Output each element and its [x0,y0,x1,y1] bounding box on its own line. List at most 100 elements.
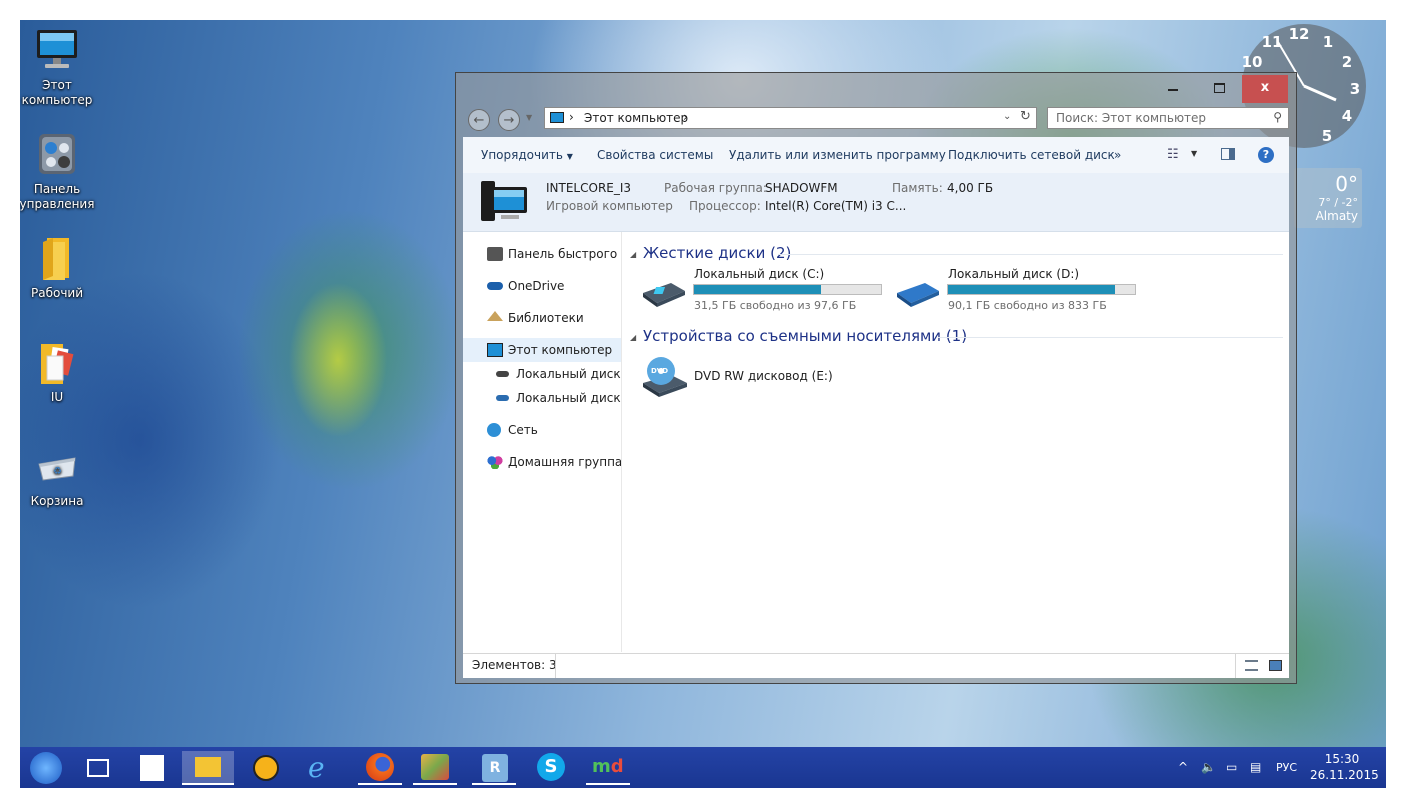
desktop-icon-label: Этот компьютер [21,78,93,107]
computer-icon [33,26,81,74]
nav-item-label: Сеть [508,423,538,437]
back-button[interactable]: ← [468,109,490,131]
refresh-icon[interactable]: ↻ [1020,109,1031,124]
navigation-pane: Панель быстрого доступа OneDrive Библиот… [463,232,622,652]
paint-app-button[interactable] [413,751,457,785]
workgroup-label: Рабочая группа: [664,181,767,195]
homegroup-icon [487,455,503,469]
cpu-value: Intel(R) Core(TM) i3 C... [765,199,907,213]
skype-icon: S [537,753,565,781]
preview-pane-button[interactable] [1221,148,1235,160]
aimp-icon [253,755,279,781]
uninstall-program-button[interactable]: Удалить или изменить программу [729,148,946,162]
breadcrumb-separator[interactable]: › [683,110,688,124]
folder-icon [195,757,221,777]
desktop-icon-control-panel[interactable]: Панель управления [20,130,97,212]
rdp-app-button[interactable]: R [472,751,516,785]
nav-item-local-disk-c[interactable]: Локальный диск (C:) [463,362,621,386]
libraries-icon [487,311,503,321]
network-tray-icon[interactable]: ▭ [1226,747,1237,788]
search-input[interactable]: Поиск: Этот компьютер ⚲ [1047,107,1289,129]
desktop: Этот компьютер Панель управления Рабочий… [20,20,1386,788]
desktop-icon-label: Панель управления [20,182,95,211]
close-icon: x [1260,80,1270,95]
close-button[interactable]: x [1242,75,1288,103]
firefox-button[interactable] [358,751,402,785]
nav-item-label: Домашняя группа [508,455,622,469]
collapse-arrow-icon[interactable]: ◢ [630,250,636,259]
weather-gadget[interactable]: 0° 7° / -2° Almaty [1294,168,1362,228]
navigation-bar: ← → ▼ › Этот компьютер › ⌄ ↻ Поиск: Этот… [464,105,1289,135]
explorer-window: x ← → ▼ › Этот компьютер › ⌄ ↻ Поиск: Эт… [455,72,1297,684]
address-dropdown-icon[interactable]: ⌄ [1003,111,1011,122]
group-header-hard-drives[interactable]: Жесткие диски (2) [643,244,791,262]
tray-clock[interactable]: 15:30 26.11.2015 [1310,751,1379,783]
chevron-down-icon: ▼ [566,152,573,161]
tray-time: 15:30 [1324,752,1360,766]
system-properties-button[interactable]: Свойства системы [597,148,713,162]
nav-item-libraries[interactable]: Библиотеки [463,306,621,330]
md-app-button[interactable]: md [586,751,630,785]
more-commands-button[interactable]: » [1114,148,1121,162]
hard-drive-icon [496,395,509,401]
desktop-icon-label: IU [50,390,64,404]
nav-item-quick-access[interactable]: Панель быстрого доступа [463,242,621,266]
desktop-icon-folder-work[interactable]: Рабочий [20,234,97,301]
nav-item-onedrive[interactable]: OneDrive [463,274,621,298]
start-button[interactable] [25,751,69,785]
group-divider [778,254,1283,255]
volume-icon[interactable]: 🔈 [1201,747,1216,788]
task-view-icon [87,759,109,777]
map-network-drive-button[interactable]: Подключить сетевой диск [948,148,1115,162]
address-bar[interactable]: › Этот компьютер › ⌄ ↻ [544,107,1037,129]
folder-with-pictures-icon [33,338,81,386]
collapse-arrow-icon[interactable]: ◢ [630,333,636,342]
r-app-icon: R [482,754,508,782]
computer-name: INTELCORE_I3 [546,181,632,195]
weather-temperature: 0° [1335,172,1358,196]
store-button[interactable] [130,751,174,785]
computer-large-icon [479,179,531,227]
change-view-button[interactable]: ☷ ▼ [1167,147,1201,163]
nav-item-label: Локальный диск (C:) [516,367,621,381]
nav-item-network[interactable]: Сеть [463,418,621,442]
md-app-icon: md [592,756,624,777]
details-view-icon[interactable] [1245,660,1258,671]
maximize-button[interactable] [1196,75,1242,103]
drive-e-dvd[interactable]: DVD DVD RW дисковод (E:) [637,353,837,399]
command-bar: Упорядочить ▼ Свойства системы Удалить и… [463,137,1289,174]
drive-name: Локальный диск (D:) [948,267,1080,281]
organize-button[interactable]: Упорядочить ▼ [481,148,573,162]
desktop-icon-recycle-bin[interactable]: ♻ Корзина [20,442,97,509]
drive-c[interactable]: Локальный диск (C:) 31,5 ГБ свободно из … [637,267,883,313]
breadcrumb-this-pc[interactable]: Этот компьютер [584,111,688,125]
internet-explorer-button[interactable]: e [300,751,344,785]
drive-name: DVD RW дисковод (E:) [694,369,833,383]
show-hidden-icons-button[interactable]: ^ [1178,747,1188,788]
memory-value: 4,00 ГБ [947,181,994,195]
skype-button[interactable]: S [529,751,573,785]
weather-city: Almaty [1315,209,1358,223]
nav-item-local-disk-d[interactable]: Локальный диск (D:) [463,386,621,410]
nav-item-label: Панель быстрого доступа [508,247,621,261]
group-header-removable[interactable]: Устройства со съемными носителями (1) [643,327,967,345]
file-explorer-button[interactable] [182,751,234,785]
desktop-icon-iu[interactable]: IU [20,338,97,405]
control-panel-icon [33,130,81,178]
desktop-icon-this-pc[interactable]: Этот компьютер [20,26,97,108]
aimp-button[interactable] [244,751,288,785]
nav-item-homegroup[interactable]: Домашняя группа [463,450,621,474]
search-icon: ⚲ [1273,110,1282,124]
help-button[interactable]: ? [1258,147,1274,163]
forward-button[interactable]: → [498,109,520,131]
large-icons-view-icon[interactable] [1269,660,1282,671]
language-indicator[interactable]: РУС [1276,747,1297,788]
task-view-button[interactable] [76,751,120,785]
dvd-drive-icon [641,355,689,399]
chevron-down-icon: ▼ [526,113,533,122]
minimize-button[interactable] [1150,75,1196,103]
nav-item-this-pc[interactable]: Этот компьютер [463,338,621,362]
drive-d[interactable]: Локальный диск (D:) 90,1 ГБ свободно из … [891,267,1137,313]
recent-locations-button[interactable]: ▼ [526,113,532,122]
action-center-icon[interactable]: ▤ [1250,747,1261,788]
